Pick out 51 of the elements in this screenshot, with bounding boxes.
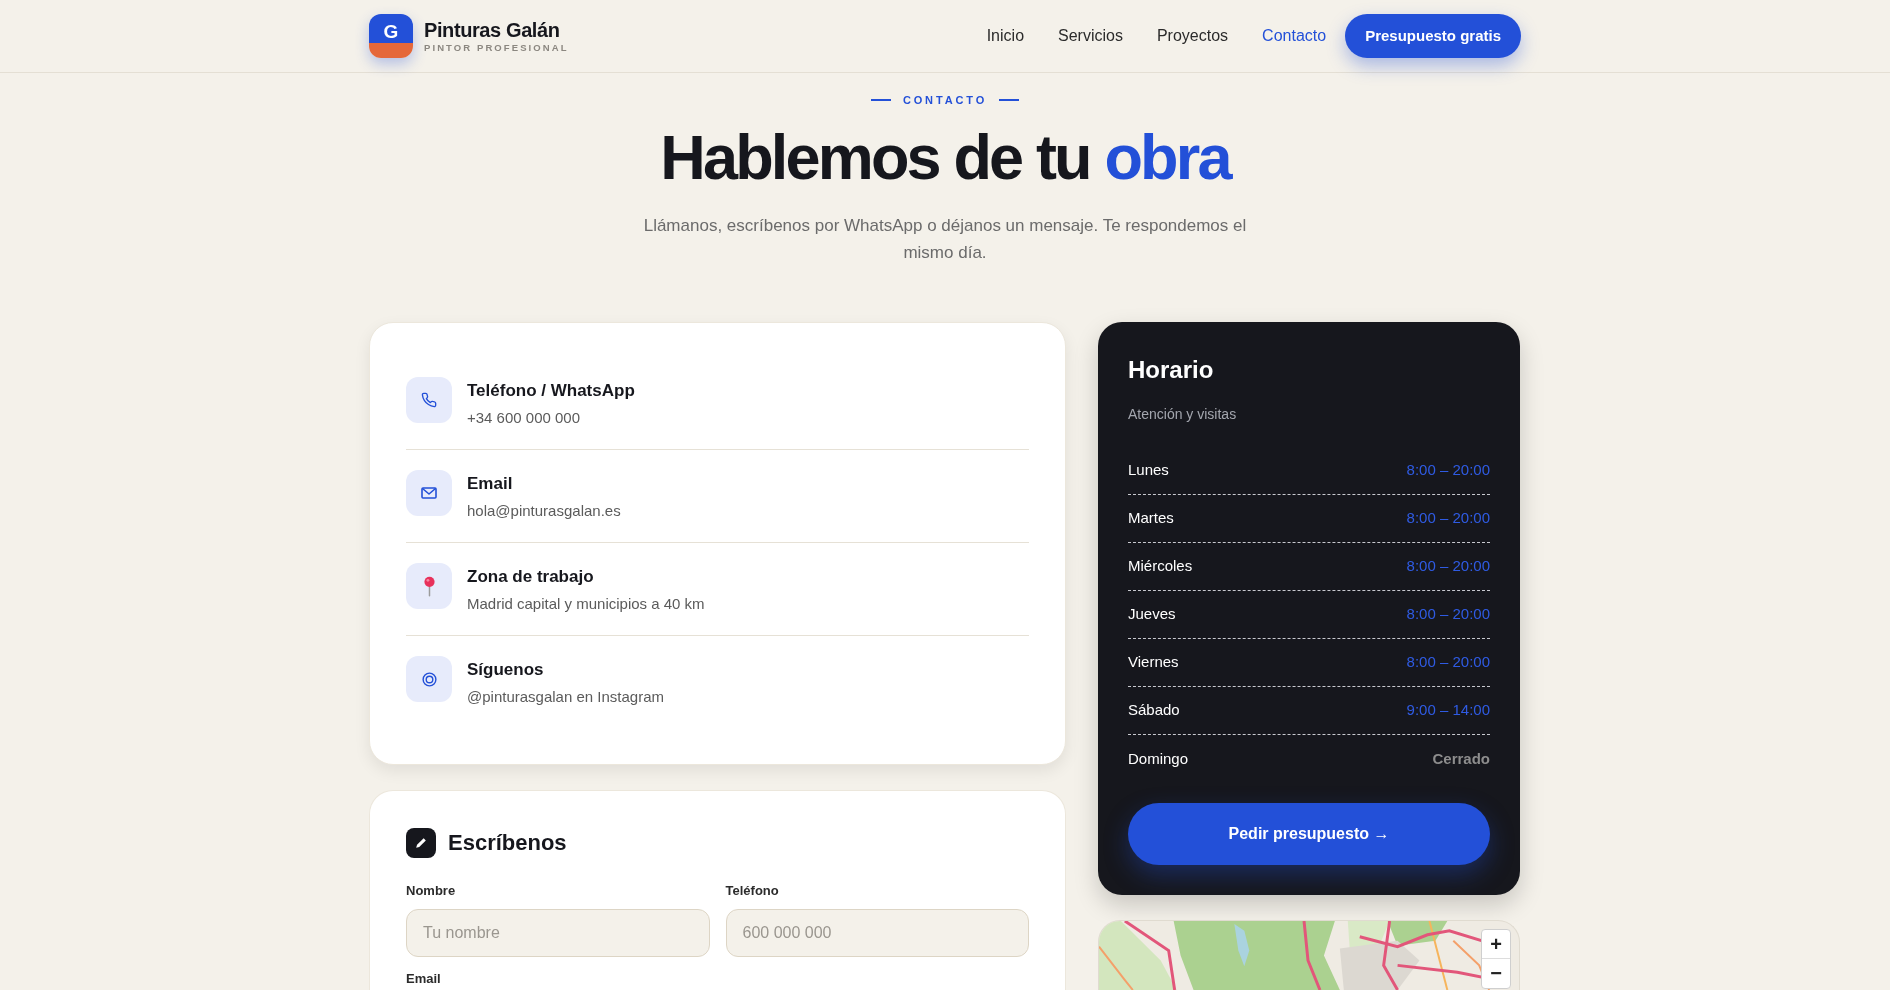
brand-name: Pinturas Galán — [424, 18, 561, 42]
input-field[interactable]: Tu nombre — [406, 909, 710, 957]
hours-text: 8:00 – 20:00 — [1406, 556, 1490, 577]
contact-title: Teléfono / WhatsApp — [467, 380, 635, 402]
hours-text: 8:00 – 20:00 — [1406, 460, 1490, 481]
hours-text: 8:00 – 20:00 — [1406, 652, 1490, 673]
hours-text: 8:00 – 20:00 — [1406, 604, 1490, 625]
day-label: Domingo — [1128, 748, 1189, 769]
day-label: Lunes — [1128, 460, 1169, 481]
contact-value: @pinturasgalan en Instagram — [467, 687, 664, 707]
form-title: Escríbenos — [448, 829, 567, 857]
nav-link[interactable]: Contacto — [1262, 24, 1327, 48]
mail-icon — [406, 470, 452, 516]
day-label: Viernes — [1128, 652, 1179, 673]
day-label: Martes — [1128, 508, 1174, 529]
contact-title: Email — [467, 473, 514, 495]
nav-link[interactable]: Proyectos — [1156, 24, 1229, 48]
accent-line — [999, 99, 1020, 101]
nav-link[interactable]: Inicio — [986, 24, 1025, 48]
contact-title: Zona de trabajo — [467, 566, 595, 588]
quote-request-button[interactable]: Pedir presupuesto → — [1128, 803, 1490, 865]
input-field[interactable]: 600 000 000 — [725, 909, 1029, 957]
ring-icon — [406, 656, 452, 702]
hours-text: Cerrado — [1432, 748, 1490, 769]
free-quote-button[interactable]: Presupuesto gratis — [1345, 14, 1521, 58]
contact-title: Síguenos — [467, 659, 545, 681]
intro-text: Llámanos, escríbenos por WhatsApp o déjanos un mensaje. Te respondemos el mismo día. — [642, 215, 1248, 264]
phone-icon — [406, 377, 452, 423]
hours-text: 9:00 – 14:00 — [1406, 700, 1490, 721]
contact-value: +34 600 000 000 — [467, 408, 582, 428]
zoom-in-button[interactable]: + — [1482, 930, 1510, 959]
field-label: Teléfono — [725, 883, 779, 899]
zoom-out-button[interactable]: − — [1482, 959, 1510, 988]
contact-value: Madrid capital y municipios a 40 km — [467, 594, 705, 614]
page-heading: Hablemos de tu obra — [660, 122, 1230, 192]
field-label: Nombre — [406, 883, 456, 899]
logo-mark[interactable]: G — [369, 14, 413, 58]
schedule-title: Horario — [1128, 355, 1215, 385]
nav-link[interactable]: Servicios — [1058, 24, 1123, 48]
schedule-subtitle: Atención y visitas — [1128, 405, 1238, 424]
day-label: Jueves — [1128, 604, 1176, 625]
contact-value: hola@pinturasgalan.es — [467, 501, 621, 521]
pencil-icon — [406, 828, 436, 858]
field-label: Email — [406, 971, 441, 987]
accent-line — [870, 99, 891, 101]
section-eyebrow: CONTACTO — [902, 93, 988, 108]
day-label: Miércoles — [1128, 556, 1193, 577]
hours-text: 8:00 – 20:00 — [1406, 508, 1490, 529]
brand-tagline: PINTOR PROFESIONAL — [424, 41, 569, 54]
day-label: Sábado — [1128, 700, 1180, 721]
pin-icon — [406, 563, 452, 609]
